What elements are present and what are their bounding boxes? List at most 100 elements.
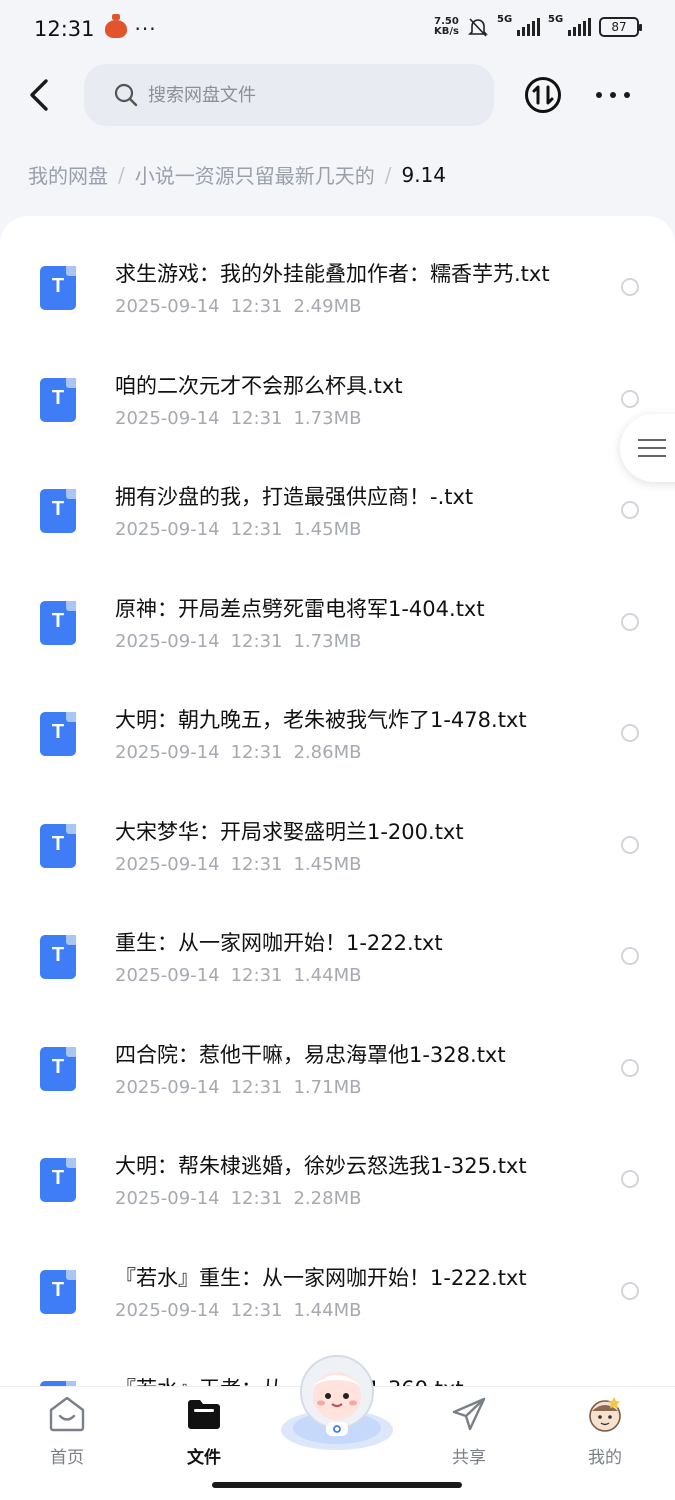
select-checkbox[interactable] [621,1170,639,1188]
file-date: 2025-09-14 [115,1300,220,1321]
more-options-button[interactable] [596,86,630,104]
network-speed-unit: KB/s [434,26,459,37]
file-row[interactable]: T 大明：帮朱棣逃婚，徐妙云怒选我1-325.txt 2025-09-14 12:… [0,1108,675,1219]
file-row[interactable]: T 原神：开局差点劈死雷电将军1-404.txt 2025-09-14 12:31… [0,551,675,662]
txt-file-icon: T [40,266,76,310]
file-meta: 2025-09-14 12:31 1.44MB [115,1300,372,1321]
select-checkbox[interactable] [621,278,639,296]
file-name: 原神：开局差点劈死雷电将军1-404.txt [115,597,485,621]
search-bar[interactable] [84,64,494,126]
select-checkbox[interactable] [621,1059,639,1077]
file-meta: 2025-09-14 12:31 1.45MB [115,519,372,540]
file-size: 1.44MB [293,1300,362,1321]
app-notification-icon [104,14,127,38]
breadcrumb-current: 9.14 [401,162,447,187]
nav-files-label: 文件 [187,1448,221,1468]
file-size: 2.86MB [293,742,362,763]
menu-line-icon [638,455,666,457]
signal-5g-icon: 5G [497,14,540,36]
status-bar: 12:31 ··· 7.50 KB/s 5G 5G 87 [0,0,675,58]
file-date: 2025-09-14 [115,965,220,986]
nav-mine[interactable]: 我的 [560,1395,650,1468]
file-name: 大明：朝九晚五，老朱被我气炸了1-478.txt [115,708,527,732]
select-checkbox[interactable] [621,1282,639,1300]
file-meta: 2025-09-14 12:31 1.73MB [115,408,372,429]
file-date: 2025-09-14 [115,742,220,763]
file-size: 2.49MB [293,296,362,317]
status-right: 7.50 KB/s 5G 5G 87 [434,14,642,38]
file-row[interactable]: T 求生游戏：我的外挂能叠加作者：糯香芋艿.txt 2025-09-14 12:3… [0,216,675,327]
select-checkbox[interactable] [621,724,639,742]
file-time: 12:31 [230,631,283,652]
file-date: 2025-09-14 [115,1077,220,1098]
select-checkbox[interactable] [621,947,639,965]
file-date: 2025-09-14 [115,519,220,540]
file-name: 重生：从一家网咖开始！1-222.txt [115,931,443,955]
file-size: 1.45MB [293,519,362,540]
more-notifications-icon: ··· [134,17,157,41]
search-input[interactable] [148,84,448,106]
select-checkbox[interactable] [621,836,639,854]
txt-file-icon: T [40,378,76,422]
nav-share[interactable]: 共享 [424,1395,514,1468]
file-row[interactable]: T 重生：从一家网咖开始！1-222.txt 2025-09-14 12:31 1.… [0,885,675,996]
file-meta: 2025-09-14 12:31 2.49MB [115,296,372,317]
file-name: 大明：帮朱棣逃婚，徐妙云怒选我1-325.txt [115,1154,527,1178]
file-date: 2025-09-14 [115,854,220,875]
file-time: 12:31 [230,1077,283,1098]
mute-bell-icon [468,18,488,37]
file-name: 『若水』重生：从一家网咖开始！1-222.txt [115,1266,527,1290]
ai-assistant-mascot-icon[interactable] [278,1352,396,1452]
file-row[interactable]: T 四合院：惹他干嘛，易忠海罩他1-328.txt 2025-09-14 12:3… [0,997,675,1108]
file-size: 1.73MB [293,408,362,429]
nav-home-label: 首页 [50,1448,84,1468]
txt-file-icon: T [40,712,76,756]
file-meta: 2025-09-14 12:31 2.28MB [115,1188,372,1209]
breadcrumb-root[interactable]: 我的网盘 [28,160,108,189]
back-button[interactable] [22,76,56,114]
file-row[interactable]: T 大宋梦华：开局求娶盛明兰1-200.txt 2025-09-14 12:31 1… [0,774,675,885]
file-size: 1.45MB [293,854,362,875]
status-time: 12:31 [34,17,95,41]
file-time: 12:31 [230,1188,283,1209]
file-time: 12:31 [230,519,283,540]
file-meta: 2025-09-14 12:31 1.45MB [115,854,372,875]
file-meta: 2025-09-14 12:31 1.71MB [115,1077,372,1098]
file-row[interactable]: T 『若水』重生：从一家网咖开始！1-222.txt 2025-09-14 12:… [0,1220,675,1331]
file-time: 12:31 [230,296,283,317]
nav-share-label: 共享 [452,1448,486,1468]
nav-files[interactable]: 文件 [159,1395,249,1468]
network-label-1: 5G [497,14,513,25]
file-time: 12:31 [230,965,283,986]
file-row[interactable]: T 咱的二次元才不会那么杯具.txt 2025-09-14 12:31 1.73MB [0,328,675,439]
dot-icon [624,92,630,98]
file-size: 2.28MB [293,1188,362,1209]
txt-file-icon: T [40,489,76,533]
file-row[interactable]: T 大明：朝九晚五，老朱被我气炸了1-478.txt 2025-09-14 12:… [0,662,675,773]
file-time: 12:31 [230,408,283,429]
file-date: 2025-09-14 [115,1188,220,1209]
dot-icon [596,92,602,98]
file-name: 拥有沙盘的我，打造最强供应商！-.txt [115,485,474,509]
file-size: 1.44MB [293,965,362,986]
transfer-list-icon[interactable] [524,76,562,114]
menu-line-icon [638,447,666,449]
nav-home[interactable]: 首页 [22,1395,112,1468]
breadcrumb-folder[interactable]: 小说一资源只留最新几天的 [135,160,375,189]
txt-file-icon: T [40,601,76,645]
txt-file-icon: T [40,935,76,979]
file-meta: 2025-09-14 12:31 1.44MB [115,965,372,986]
file-name: 咱的二次元才不会那么杯具.txt [115,374,403,398]
network-label-2: 5G [548,14,564,25]
dot-icon [610,92,616,98]
txt-file-icon: T [40,1047,76,1091]
file-row[interactable]: T 拥有沙盘的我，打造最强供应商！-.txt 2025-09-14 12:31 1.… [0,439,675,550]
signal-5g-icon: 5G [548,14,591,36]
nav-mine-label: 我的 [588,1448,622,1468]
file-meta: 2025-09-14 12:31 2.86MB [115,742,372,763]
select-checkbox[interactable] [621,390,639,408]
menu-line-icon [638,439,666,441]
select-checkbox[interactable] [621,613,639,631]
select-checkbox[interactable] [621,501,639,519]
file-name: 四合院：惹他干嘛，易忠海罩他1-328.txt [115,1043,506,1067]
